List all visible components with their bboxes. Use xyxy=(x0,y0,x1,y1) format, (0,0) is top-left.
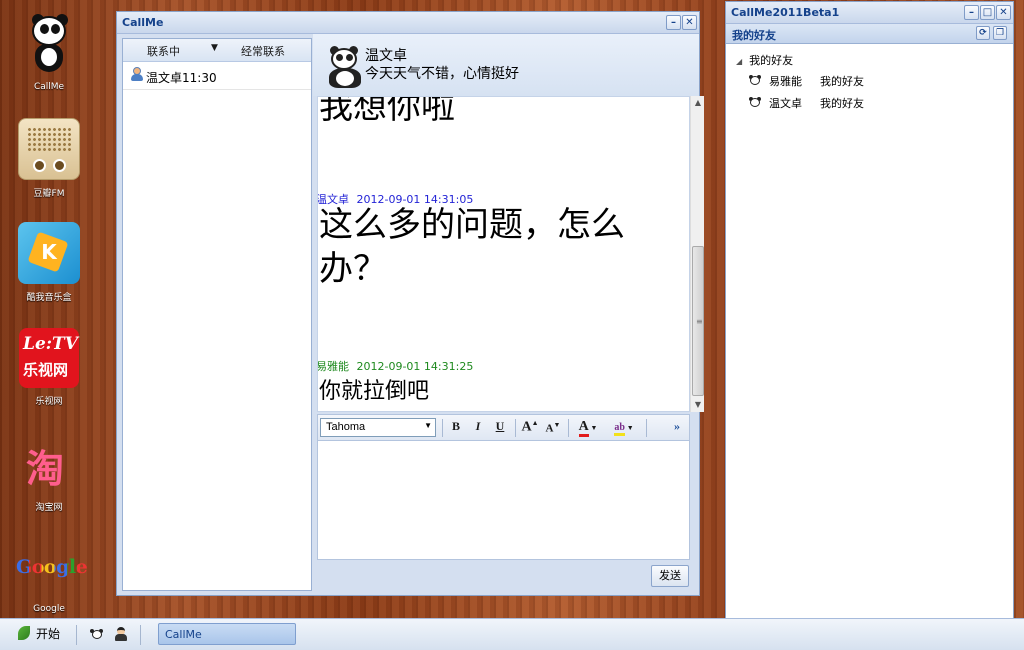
bold-button[interactable]: B xyxy=(448,419,464,437)
chat-window-titlebar[interactable]: CallMe – ✕ xyxy=(117,12,699,34)
desktop-icon-taobao[interactable]: 淘 淘宝网 xyxy=(10,432,88,513)
chevron-down-icon: ▼ xyxy=(424,421,432,430)
contact-list-header: 联系中 ▼ 经常联系 xyxy=(123,39,311,62)
taskbar-divider xyxy=(140,625,141,645)
friend-name: 易雅能 xyxy=(769,75,802,88)
desktop-icon-label: CallMe xyxy=(33,82,65,92)
contact-list: 联系中 ▼ 经常联系 温文卓11:30 xyxy=(122,38,312,591)
chat-window: CallMe – ✕ 联系中 ▼ 经常联系 温文卓11:30 温文卓 今天天气不… xyxy=(116,11,704,596)
font-grow-button[interactable]: A▲ xyxy=(521,419,539,437)
editor-toolbar: Tahoma ▼ B I U A▲ A▼ A ▼ ab ▼ » xyxy=(317,414,690,441)
italic-button[interactable]: I xyxy=(470,419,486,437)
letv-icon: Le:TV 乐视网 xyxy=(19,328,79,388)
desktop-icon-label: Google xyxy=(33,604,65,614)
font-select[interactable]: Tahoma ▼ xyxy=(320,418,436,437)
chat-pane: 温文卓 今天天气不错，心情挺好 我想你啦 温文卓 2012-09-01 14:3… xyxy=(313,34,704,595)
message-sender: 易雅能 xyxy=(317,360,349,373)
scroll-down-icon[interactable]: ▼ xyxy=(691,398,705,412)
message-text: 我想你啦 xyxy=(319,96,455,127)
maximize-icon[interactable]: □ xyxy=(980,5,995,20)
taskbar-item-callme[interactable]: CallMe xyxy=(158,623,296,645)
font-color-button[interactable]: A ▼ xyxy=(574,419,602,437)
friend-group-label: 我的好友 xyxy=(820,75,864,88)
minimize-icon[interactable]: – xyxy=(666,15,681,30)
toolbar-divider xyxy=(646,419,647,437)
taobao-icon: 淘 xyxy=(26,447,65,491)
panda-icon xyxy=(748,97,762,109)
contact-name: 温文卓11:30 xyxy=(146,71,217,85)
desktop-icon-label: 乐视网 xyxy=(35,397,63,407)
peer-status: 今天天气不错，心情挺好 xyxy=(365,66,519,82)
desktop-icon-douban-fm[interactable]: 豆瓣FM xyxy=(10,118,88,199)
restore-icon[interactable]: ❐ xyxy=(993,26,1007,40)
scrollbar-thumb[interactable]: ≡ xyxy=(692,246,704,396)
toolbar-divider xyxy=(568,419,569,437)
desktop-icon-letv[interactable]: Le:TV 乐视网 乐视网 xyxy=(10,328,88,407)
friend-row[interactable]: 温文卓 我的好友 xyxy=(748,95,998,113)
message-history[interactable]: 我想你啦 温文卓 2012-09-01 14:31:05 这么多的问题，怎么办？… xyxy=(317,96,690,412)
friends-panel-header: 我的好友 ⟳ ❐ xyxy=(726,24,1013,44)
friend-group-label: 我的好友 xyxy=(820,97,864,110)
friends-window-titlebar[interactable]: CallMe2011Beta1 – □ ✕ xyxy=(726,2,1013,24)
highlight-button[interactable]: ab ▼ xyxy=(609,419,639,437)
friends-window: CallMe2011Beta1 – □ ✕ 我的好友 ⟳ ❐ ◢ 我的好友 易雅能… xyxy=(725,1,1014,650)
expand-arrow-icon[interactable]: ◢ xyxy=(736,57,742,66)
chevron-down-icon[interactable]: ▼ xyxy=(211,43,218,53)
close-icon[interactable]: ✕ xyxy=(682,15,697,30)
toolbar-divider xyxy=(515,419,516,437)
desktop-icon-callme[interactable]: CallMe xyxy=(10,14,88,92)
group-label: 我的好友 xyxy=(749,54,794,67)
friend-group[interactable]: ◢ 我的好友 xyxy=(736,52,793,68)
friend-name: 温文卓 xyxy=(769,97,802,110)
desktop-icon-label: 豆瓣FM xyxy=(33,189,65,199)
scroll-up-icon[interactable]: ▲ xyxy=(691,96,705,110)
window-title: CallMe2011Beta1 xyxy=(731,6,840,19)
taskbar: 开始 CallMe xyxy=(0,618,1024,650)
refresh-icon[interactable]: ⟳ xyxy=(976,26,990,40)
panel-title: 我的好友 xyxy=(732,29,776,42)
window-title: CallMe xyxy=(122,16,164,29)
leaf-icon xyxy=(18,626,30,640)
font-shrink-button[interactable]: A▼ xyxy=(544,421,562,439)
user-icon xyxy=(130,67,144,81)
desktop-icon-label: 淘宝网 xyxy=(35,503,63,513)
send-button[interactable]: 发送 xyxy=(651,565,689,587)
google-icon: Google xyxy=(16,556,88,578)
radio-icon xyxy=(18,118,80,180)
friend-row[interactable]: 易雅能 我的好友 xyxy=(748,73,998,91)
desktop-icon-kuwo[interactable]: K 酷我音乐盒 xyxy=(10,222,88,303)
panda-icon xyxy=(18,14,80,76)
underline-button[interactable]: U xyxy=(492,419,508,437)
panda-quicklaunch-icon[interactable] xyxy=(90,627,104,641)
kuwo-icon: K xyxy=(18,222,80,284)
start-button[interactable]: 开始 xyxy=(18,625,60,642)
message-scrollbar[interactable]: ▲ ≡ ▼ xyxy=(690,96,704,412)
desktop-icon-google[interactable]: Google Google xyxy=(10,536,88,614)
peer-header: 温文卓 今天天气不错，心情挺好 xyxy=(313,34,699,96)
minimize-icon[interactable]: – xyxy=(964,5,979,20)
more-tools-button[interactable]: » xyxy=(670,419,684,437)
close-icon[interactable]: ✕ xyxy=(996,5,1011,20)
panda-icon xyxy=(748,75,762,87)
message-text: 你就拉倒吧 xyxy=(319,379,430,404)
message-time: 2012-09-01 14:31:25 xyxy=(356,360,474,373)
peer-name: 温文卓 xyxy=(365,48,407,64)
taskbar-divider xyxy=(76,625,77,645)
desktop-icon-label: 酷我音乐盒 xyxy=(26,293,72,303)
message-input[interactable] xyxy=(317,440,690,560)
message-meta: 易雅能 2012-09-01 14:31:25 xyxy=(317,358,474,374)
contact-row[interactable]: 温文卓11:30 xyxy=(123,62,311,90)
toolbar-divider xyxy=(442,419,443,437)
panda-avatar-icon xyxy=(323,46,367,90)
user-quicklaunch-icon[interactable] xyxy=(114,627,128,641)
tab-contacting[interactable]: 联系中 xyxy=(147,43,180,59)
tab-frequent[interactable]: 经常联系 xyxy=(241,43,285,59)
message-text: 这么多的问题，怎么办？ xyxy=(319,205,625,289)
